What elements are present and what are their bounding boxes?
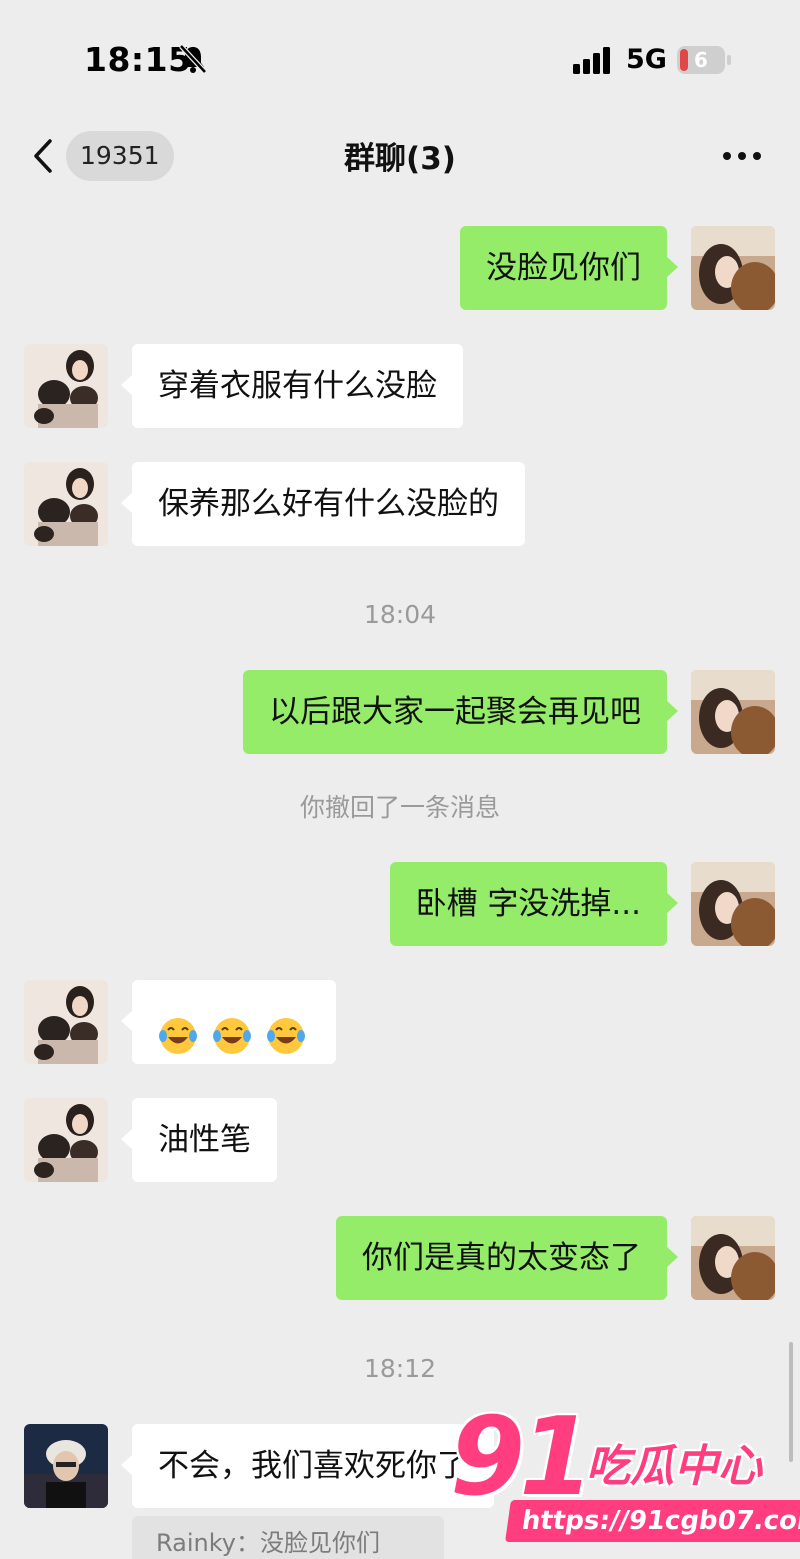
- message-bubble[interactable]: [121, 980, 336, 1064]
- self-avatar[interactable]: [691, 1216, 775, 1300]
- watermark-url: https://91cgb07.com: [505, 1500, 800, 1542]
- watermark-label: 吃瓜中心: [586, 1441, 762, 1492]
- chevron-left-icon[interactable]: [30, 137, 56, 175]
- quoted-message[interactable]: Rainky：没脸见你们: [132, 1516, 444, 1559]
- member-avatar[interactable]: [24, 344, 108, 428]
- battery-level: 6: [694, 48, 708, 72]
- member-avatar[interactable]: [24, 980, 108, 1064]
- message-bubble[interactable]: 你们是真的太变态了: [336, 1216, 678, 1300]
- network-type: 5G: [626, 44, 667, 75]
- status-bar: 18:15 5G 6: [0, 0, 800, 115]
- laughing-crying-emoji: [266, 1018, 305, 1054]
- watermark-logo: 91 吃瓜中心 https://91cgb07.com: [450, 1395, 800, 1554]
- chat-title: 群聊(3): [344, 141, 456, 177]
- battery-icon: 6: [677, 46, 731, 74]
- member-avatar[interactable]: [24, 1424, 108, 1508]
- unread-count-badge[interactable]: 19351: [66, 131, 174, 181]
- message-bubble[interactable]: 保养那么好有什么没脸的: [121, 462, 525, 546]
- timestamp: 18:04: [363, 600, 437, 629]
- bell-muted-icon: [179, 44, 207, 74]
- member-avatar[interactable]: [24, 462, 108, 546]
- watermark-number: 91: [450, 1395, 594, 1520]
- message-bubble[interactable]: 油性笔: [121, 1098, 277, 1182]
- message-bubble[interactable]: 没脸见你们: [460, 226, 678, 310]
- laughing-crying-emoji: [212, 1018, 251, 1054]
- message-bubble[interactable]: 不会，我们喜欢死你了: [121, 1424, 494, 1508]
- chat-header: 19351 群聊(3): [0, 115, 800, 200]
- more-icon[interactable]: [722, 151, 762, 161]
- self-avatar[interactable]: [691, 226, 775, 310]
- timestamp: 18:12: [363, 1354, 437, 1383]
- laughing-crying-emoji: [159, 1018, 197, 1054]
- self-avatar[interactable]: [691, 862, 775, 946]
- member-avatar[interactable]: [24, 1098, 108, 1182]
- message-bubble[interactable]: 穿着衣服有什么没脸: [121, 344, 463, 428]
- signal-icon: [573, 47, 610, 74]
- status-time: 18:15: [84, 40, 192, 79]
- self-avatar[interactable]: [691, 670, 775, 754]
- message-bubble[interactable]: 卧槽 字没洗掉...: [389, 862, 679, 946]
- recall-notice: 你撤回了一条消息: [299, 793, 500, 822]
- message-bubble[interactable]: 以后跟大家一起聚会再见吧: [243, 670, 678, 754]
